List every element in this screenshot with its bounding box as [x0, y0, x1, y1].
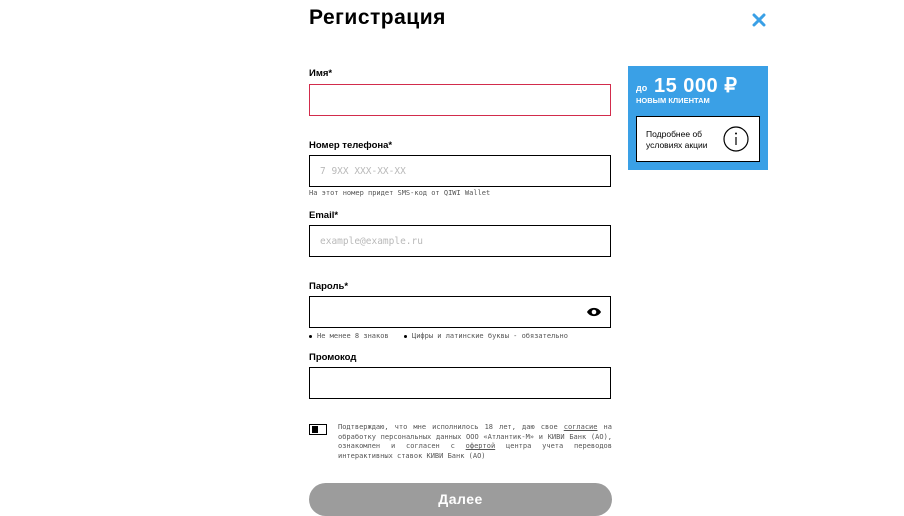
eye-icon[interactable]: [586, 306, 602, 318]
email-label: Email*: [309, 210, 339, 221]
next-button[interactable]: Далее: [309, 483, 612, 516]
promo-prefix: до: [636, 83, 648, 93]
password-label: Пароль*: [309, 281, 349, 292]
info-icon[interactable]: [723, 126, 749, 152]
promo-code-field[interactable]: [309, 367, 611, 399]
name-label: Имя*: [309, 68, 333, 79]
password-rule-text: Цифры и латинские буквы - обязательно: [412, 332, 568, 340]
offer-link[interactable]: офертой: [466, 442, 496, 450]
promo-details-card[interactable]: Подробнее об условиях акции: [636, 116, 760, 162]
page-title: Регистрация: [309, 6, 446, 29]
bullet-icon: [404, 334, 407, 338]
promo-details-line: условиях акции: [646, 140, 708, 150]
name-input[interactable]: [310, 85, 610, 115]
promo-banner: до 15 000 ₽ НОВЫМ КЛИЕНТАМ Подробнее об …: [628, 66, 768, 170]
promo-amount: 15 000 ₽: [654, 75, 738, 97]
consent-checkbox[interactable]: [309, 424, 327, 435]
email-input[interactable]: [310, 226, 610, 256]
password-rule: Не менее 8 знаков: [309, 332, 389, 340]
promo-details-text: Подробнее об условиях акции: [646, 129, 707, 151]
phone-input[interactable]: [310, 156, 610, 186]
email-field[interactable]: [309, 225, 611, 257]
close-icon: [752, 13, 766, 27]
password-rule: Цифры и латинские буквы - обязательно: [404, 332, 568, 340]
password-input[interactable]: [310, 297, 610, 327]
password-field[interactable]: [309, 296, 611, 328]
promo-code-input[interactable]: [310, 368, 610, 398]
name-field[interactable]: [309, 84, 611, 116]
phone-hint: На этот номер придет SMS-код от QIWI Wal…: [309, 189, 491, 197]
promo-code-label: Промокод: [309, 352, 357, 363]
close-button[interactable]: [750, 11, 768, 29]
bullet-icon: [309, 334, 312, 338]
consent-link[interactable]: согласие: [564, 423, 598, 431]
phone-label: Номер телефона*: [309, 140, 393, 151]
consent-text-part: Подтверждаю, что мне исполнилось 18 лет,…: [338, 423, 564, 431]
promo-subtitle: НОВЫМ КЛИЕНТАМ: [636, 96, 710, 105]
checkbox-knob: [312, 426, 318, 433]
password-rule-text: Не менее 8 знаков: [317, 332, 389, 340]
promo-details-line: Подробнее об: [646, 129, 703, 139]
consent-text: Подтверждаю, что мне исполнилось 18 лет,…: [338, 423, 612, 461]
phone-field[interactable]: [309, 155, 611, 187]
